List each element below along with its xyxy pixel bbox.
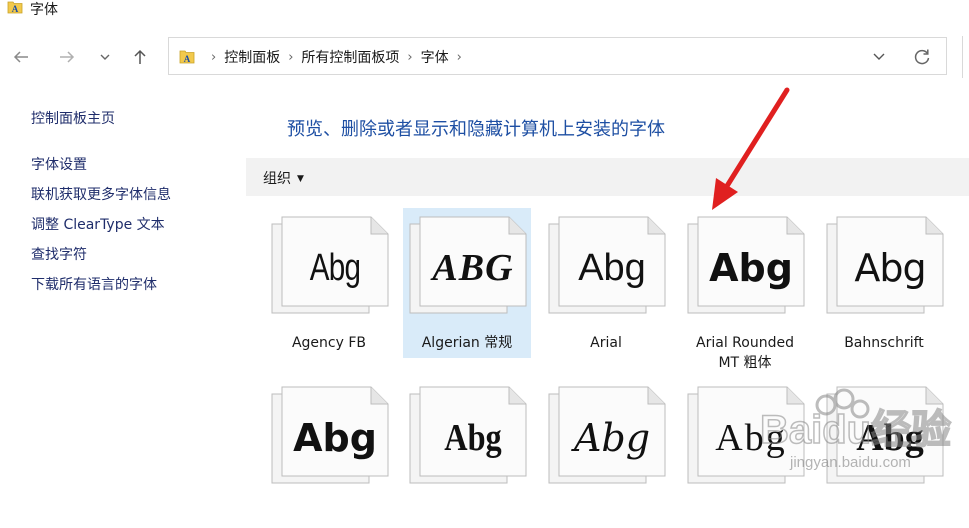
window-title: 字体 <box>30 2 58 18</box>
font-sample-text: Abg <box>578 246 646 289</box>
font-name-label: Arial Rounded MT 粗体 <box>696 335 794 371</box>
breadcrumb-all-items[interactable]: 所有控制面板项 <box>301 47 399 67</box>
sidebar-item-cleartype[interactable]: 调整 ClearType 文本 <box>31 214 165 234</box>
title-bar: A 字体 <box>0 0 969 18</box>
font-sample-text: Abg <box>709 246 793 290</box>
sidebar-item-get-more-fonts[interactable]: 联机获取更多字体信息 <box>31 184 171 204</box>
svg-text:A: A <box>12 4 19 14</box>
font-sample-text: Abg <box>854 246 926 290</box>
font-name-label: Bahnschrift <box>844 335 924 351</box>
breadcrumb-control-panel[interactable]: 控制面板 <box>224 47 280 67</box>
up-arrow-icon <box>134 49 146 64</box>
chevron-down-icon <box>100 54 110 60</box>
font-name-label: Algerian 常规 <box>421 335 513 351</box>
address-history-chevron-icon[interactable] <box>870 47 888 65</box>
search-box-edge[interactable] <box>962 36 963 78</box>
font-sample-text: Abg <box>444 417 502 459</box>
font-name-label: Arial <box>590 335 622 351</box>
refresh-icon[interactable] <box>912 47 932 67</box>
font-tile[interactable]: Abg Bahnschrift <box>820 208 948 358</box>
breadcrumb-separator-icon[interactable]: › <box>288 50 293 65</box>
back-button[interactable] <box>10 46 32 68</box>
font-tile[interactable]: Abg <box>265 378 393 528</box>
navigation-bar: A › 控制面板 › 所有控制面板项 › 字体 › <box>0 36 969 78</box>
breadcrumb-fonts[interactable]: 字体 <box>421 47 449 67</box>
svg-text:A: A <box>184 54 191 64</box>
breadcrumb-separator-icon[interactable]: › <box>457 50 462 65</box>
breadcrumb-separator-icon: › <box>211 49 217 65</box>
back-arrow-icon <box>13 51 28 63</box>
font-sample-text: Abg <box>309 246 361 289</box>
forward-arrow-icon <box>60 51 75 63</box>
page-title: 预览、删除或者显示和隐藏计算机上安装的字体 <box>287 119 665 140</box>
sidebar-item-download-fonts[interactable]: 下载所有语言的字体 <box>31 274 157 294</box>
watermark-url: jingyan.baidu.com <box>789 454 911 471</box>
font-sample-text: ABG <box>432 247 514 289</box>
font-tile[interactable]: Abg Arial Rounded MT 粗体 <box>681 208 809 371</box>
font-sample-text: Abg <box>573 416 651 460</box>
annotation-arrow-icon <box>712 87 790 210</box>
font-tile[interactable]: ABG Algerian 常规 <box>403 208 531 358</box>
sidebar-item-find-character[interactable]: 查找字符 <box>31 244 87 264</box>
forward-button[interactable] <box>56 46 78 68</box>
sidebar-item-font-settings[interactable]: 字体设置 <box>31 154 87 174</box>
fonts-folder-icon: A <box>179 50 195 64</box>
organize-label: 组织 <box>263 171 291 187</box>
fonts-folder-icon: A <box>7 1 23 14</box>
sidebar-item-control-panel-home[interactable]: 控制面板主页 <box>31 108 115 128</box>
font-tile[interactable]: Abg <box>542 378 670 528</box>
watermark-brand: Baidu经验 <box>760 408 951 452</box>
font-name-label: Agency FB <box>291 335 367 351</box>
font-tile[interactable]: Abg <box>403 378 531 528</box>
font-tile[interactable]: Abg Agency FB <box>265 208 393 358</box>
organize-button[interactable]: 组织 ▼ <box>263 168 304 188</box>
font-tile[interactable]: Abg Arial <box>542 208 670 358</box>
breadcrumb-separator-icon[interactable]: › <box>407 50 412 65</box>
up-button[interactable] <box>129 46 151 68</box>
command-bar: 组织 ▼ <box>246 158 969 196</box>
dropdown-caret-icon: ▼ <box>297 174 304 184</box>
font-sample-text: Abg <box>293 416 377 460</box>
breadcrumb: › 控制面板 › 所有控制面板项 › 字体 › <box>203 38 470 76</box>
address-bar[interactable]: A › 控制面板 › 所有控制面板项 › 字体 › <box>168 37 947 75</box>
baidu-watermark-logo: Baidu经验 jingyan.baidu.com <box>760 388 952 471</box>
recent-locations-button[interactable] <box>94 46 116 68</box>
